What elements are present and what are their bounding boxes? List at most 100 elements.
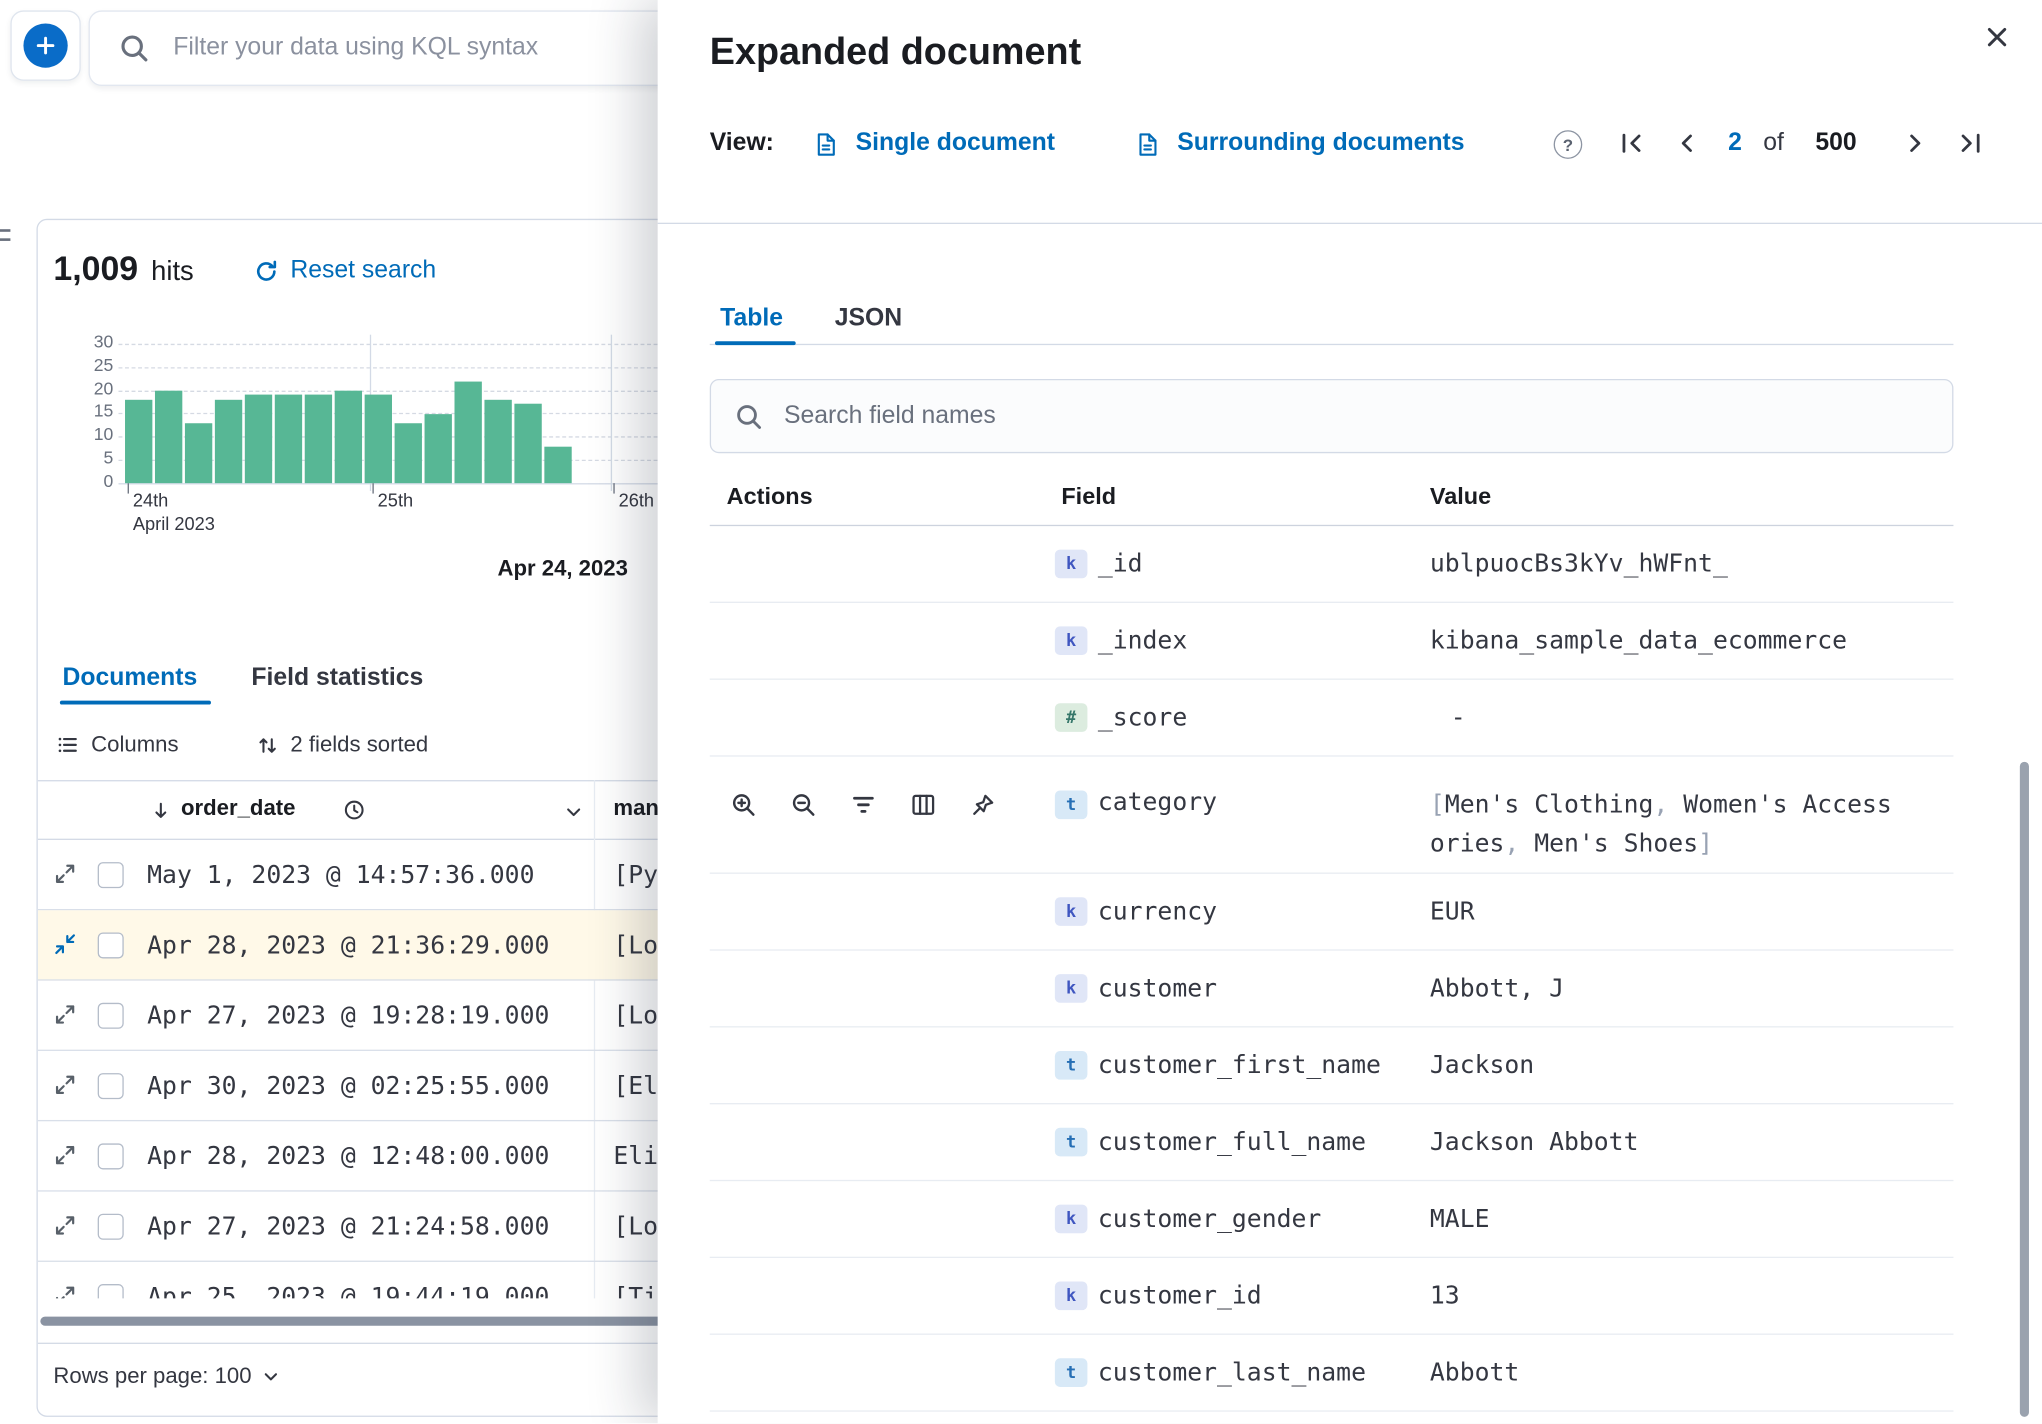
x-tick-label: 24th xyxy=(132,489,169,511)
sorted-fields-label: 2 fields sorted xyxy=(290,731,429,757)
pin-field-icon[interactable] xyxy=(970,792,996,818)
expand-row-icon[interactable] xyxy=(53,862,76,885)
plus-icon xyxy=(34,34,57,57)
row-checkbox[interactable] xyxy=(97,1213,124,1240)
expand-row-icon[interactable] xyxy=(53,1003,76,1026)
field-row: k customer Abbott, J xyxy=(709,951,1954,1028)
expand-row-icon[interactable] xyxy=(53,1214,76,1237)
rows-per-page-button[interactable]: Rows per page: 100 xyxy=(53,1363,280,1389)
keyword-type-icon: k xyxy=(1054,626,1088,656)
field-name: customer_full_name xyxy=(1097,1127,1366,1157)
document-icon xyxy=(1134,132,1160,158)
manufacturer-cell-partial: [Py xyxy=(613,860,659,890)
histogram-bar xyxy=(544,446,572,484)
close-flyout-button[interactable] xyxy=(1970,10,2022,62)
text-type-icon: t xyxy=(1054,790,1088,820)
column-header-manufacturer-partial[interactable]: man xyxy=(613,796,659,822)
field-value: kibana_sample_data_ecommerce xyxy=(1429,626,1848,656)
last-page-button[interactable] xyxy=(1952,125,1988,161)
first-page-button[interactable] xyxy=(1614,125,1650,161)
add-button[interactable] xyxy=(23,23,68,68)
active-tab-underline xyxy=(59,700,211,705)
sort-direction-down-icon[interactable] xyxy=(150,800,172,822)
tab-field-statistics[interactable]: Field statistics xyxy=(251,664,423,693)
flyout-header-divider xyxy=(657,222,2042,224)
y-tick: 30 xyxy=(93,332,114,352)
text-type-icon: t xyxy=(1054,1358,1088,1387)
histogram-bar xyxy=(125,399,153,484)
columns-button[interactable]: Columns xyxy=(56,732,179,758)
expanded-document-flyout: Expanded document View: Single document … xyxy=(657,0,2042,1424)
field-search-input[interactable]: Search field names xyxy=(709,378,1954,454)
row-checkbox[interactable] xyxy=(97,1073,124,1100)
row-checkbox[interactable] xyxy=(97,1284,124,1299)
field-name: customer_last_name xyxy=(1097,1358,1366,1387)
histogram-bar xyxy=(154,390,183,484)
single-document-link[interactable]: Single document xyxy=(856,129,1055,158)
expand-row-icon[interactable] xyxy=(53,1073,76,1096)
filter-out-value-icon[interactable] xyxy=(790,792,816,818)
row-checkbox[interactable] xyxy=(97,862,124,889)
row-checkbox[interactable] xyxy=(97,1002,124,1029)
previous-page-button[interactable] xyxy=(1668,125,1704,161)
active-tab-underline xyxy=(714,341,796,346)
order-date-cell: Apr 30, 2023 @ 02:25:55.000 xyxy=(147,1071,550,1101)
list-icon xyxy=(56,733,79,756)
x-tick-label: 26th xyxy=(618,489,655,511)
field-row: k customer_id 13 xyxy=(709,1258,1954,1335)
histogram-bars[interactable] xyxy=(125,344,572,484)
field-name: _id xyxy=(1097,549,1143,579)
order-date-cell: May 1, 2023 @ 14:57:36.000 xyxy=(147,860,535,890)
column-header-actions: Actions xyxy=(726,483,813,510)
surrounding-documents-link[interactable]: Surrounding documents xyxy=(1177,129,1464,158)
field-value: Jackson Abbott xyxy=(1429,1127,1639,1157)
tab-json[interactable]: JSON xyxy=(835,305,902,334)
sorted-fields-button[interactable]: 2 fields sorted xyxy=(257,731,429,758)
chevron-left-icon xyxy=(1673,130,1699,156)
field-value: Abbott xyxy=(1429,1358,1520,1387)
chevron-right-icon xyxy=(1903,130,1929,156)
column-header-order-date[interactable]: order_date xyxy=(181,796,295,822)
y-tick: 25 xyxy=(93,355,114,376)
field-value: EUR xyxy=(1429,897,1475,926)
order-date-cell: Apr 27, 2023 @ 21:24:58.000 xyxy=(147,1212,550,1242)
filter-field-icon[interactable] xyxy=(850,792,876,818)
kibana-discover-screen: Filter your data using KQL syntax 1,009 … xyxy=(0,0,2042,1424)
axis-tick xyxy=(372,483,374,494)
chevron-down-icon[interactable] xyxy=(564,802,584,822)
row-checkbox[interactable] xyxy=(97,932,124,959)
manufacturer-cell-partial: [Ti xyxy=(613,1282,659,1299)
toggle-column-icon[interactable] xyxy=(910,792,936,818)
field-name: customer_gender xyxy=(1097,1204,1322,1234)
tab-table[interactable]: Table xyxy=(720,305,783,334)
manufacturer-cell-partial: [Lo xyxy=(613,1212,659,1242)
field-row: t customer_first_name Jackson xyxy=(709,1028,1954,1105)
keyword-type-icon: k xyxy=(1054,1204,1088,1234)
row-checkbox[interactable] xyxy=(97,1143,124,1170)
close-icon xyxy=(1983,23,2010,50)
axis-tick xyxy=(127,483,129,494)
y-tick: 15 xyxy=(93,401,114,421)
filter-for-value-icon[interactable] xyxy=(731,792,757,818)
histogram-bar xyxy=(334,390,363,484)
next-page-button[interactable] xyxy=(1897,125,1933,161)
chart-caption: Apr 24, 2023 xyxy=(497,556,628,581)
field-value: 13 xyxy=(1429,1281,1460,1311)
histogram-bar xyxy=(184,422,213,484)
collapse-row-icon[interactable] xyxy=(53,932,76,955)
vertical-scrollbar[interactable] xyxy=(2019,761,2029,1417)
field-value: Abbott, J xyxy=(1429,974,1564,1003)
expand-row-icon[interactable] xyxy=(53,1284,76,1299)
help-icon[interactable]: ? xyxy=(1553,130,1583,159)
tab-documents[interactable]: Documents xyxy=(63,664,198,693)
panel-resize-handle[interactable] xyxy=(0,229,11,255)
reset-search-button[interactable]: Reset search xyxy=(254,257,436,286)
field-value: - xyxy=(1450,703,1466,732)
field-row: t customer_last_name Abbott xyxy=(709,1335,1954,1412)
field-name: _score xyxy=(1097,703,1188,732)
keyword-type-icon: k xyxy=(1054,897,1088,926)
page-number[interactable]: 2 xyxy=(1728,129,1742,158)
manufacturer-cell-partial: Eli xyxy=(613,1142,659,1171)
expand-row-icon[interactable] xyxy=(53,1143,76,1166)
order-date-cell: Apr 25, 2023 @ 19:44:19.000 xyxy=(147,1282,550,1299)
